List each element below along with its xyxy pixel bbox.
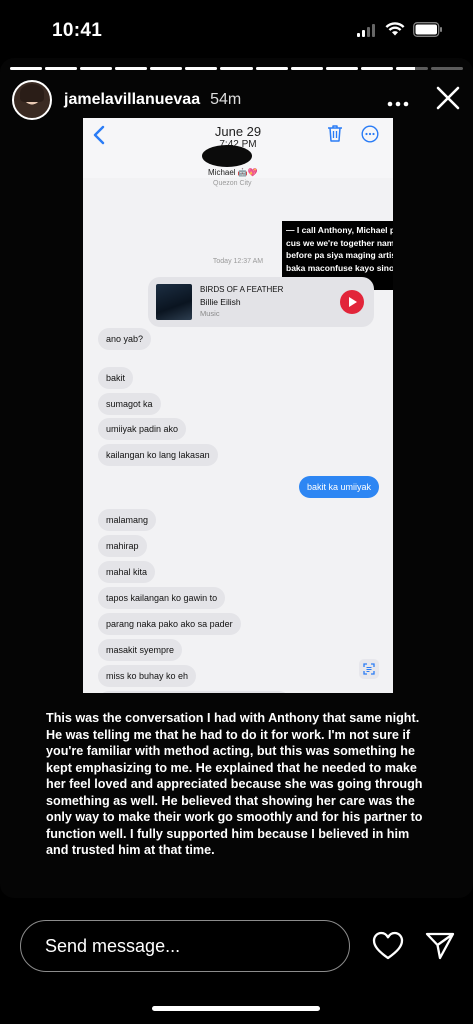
avatar[interactable] [12,80,52,120]
music-source: Music [200,309,220,318]
status-icons [357,22,443,42]
incoming-message: kailangan ko lang lakasan [98,444,218,466]
incoming-message: tapos kailangan ko gawin to [98,587,226,609]
signal-icon [357,23,377,42]
redaction-mark [202,145,252,167]
trash-icon [327,124,343,147]
home-indicator [152,1006,320,1011]
today-label: Today 12:37 AM [212,258,264,265]
contact-name: Michael 🤖💖 [208,168,258,177]
heart-icon[interactable] [372,931,404,966]
song-artist: Billie Eilish [200,297,241,307]
song-title: BIRDS OF A FEATHER [200,285,284,294]
story-header: jamelavillanuevaa 54m [12,80,461,120]
contact-city: Quezon City [213,180,252,187]
incoming-message: masakit syempre [98,639,183,661]
incoming-message: mahal kita [98,561,156,583]
live-text-icon [359,659,379,679]
incoming-message: malamang [98,509,157,531]
username[interactable]: jamelavillanuevaa [64,91,200,109]
progress-segment [150,67,183,70]
story-viewer[interactable]: jamelavillanuevaa 54m June 29 7:42 PM Mi… [0,58,473,898]
story-progress-bar [10,67,464,70]
send-message-input[interactable]: Send message... [20,920,350,972]
post-time: 54m [210,91,242,108]
progress-segment [10,67,43,70]
music-card: BIRDS OF A FEATHER Billie Eilish Music [148,277,374,327]
incoming-message: umiiyak padin ako [98,418,187,440]
messages-date: June 29 [214,124,262,139]
incoming-message: sumagot ka [98,393,161,415]
progress-segment [395,67,428,70]
reply-bar: Send message... [0,918,473,978]
incoming-message: pero wala di gagana to pag di ko gagawin… [98,691,291,693]
status-bar: 10:41 [0,0,473,60]
album-art [156,284,192,320]
progress-segment [45,67,78,70]
info-icon [361,125,379,148]
progress-segment [220,67,253,70]
story-caption: This was the conversation I had with Ant… [46,711,423,857]
wifi-icon [385,22,405,42]
outgoing-message: bakit ka umiiyak [298,476,379,498]
incoming-message: bakit [98,367,134,389]
send-icon[interactable] [425,932,455,965]
progress-segment [430,67,464,70]
play-icon [340,290,364,314]
status-time: 10:41 [52,20,103,41]
close-icon[interactable] [435,85,461,116]
incoming-message: mahirap [98,535,147,557]
progress-segment [185,67,218,70]
shared-screenshot: June 29 7:42 PM Michael 🤖💖 Quezon City —… [83,118,393,693]
battery-icon [413,22,443,42]
progress-segment [115,67,148,70]
incoming-message: miss ko buhay ko eh [98,665,197,687]
progress-segment [360,67,393,70]
progress-segment [290,67,323,70]
progress-segment [255,67,288,70]
more-icon[interactable] [387,89,409,111]
incoming-message: parang naka pako ako sa pader [98,613,241,635]
progress-segment [80,67,113,70]
incoming-message: ano yab? [98,328,152,350]
header-actions [387,85,461,116]
progress-segment [325,67,358,70]
